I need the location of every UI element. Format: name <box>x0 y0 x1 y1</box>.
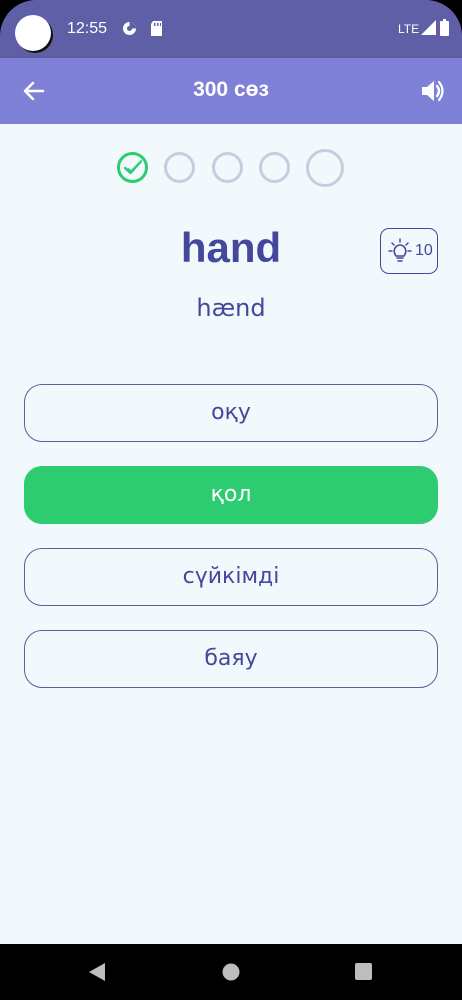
nav-home-icon[interactable] <box>222 963 240 981</box>
quiz-content: hand hænd 10 оқу қол сүйкімді баяу <box>0 124 462 944</box>
data-saver-icon <box>122 21 136 35</box>
check-icon <box>123 159 143 175</box>
answer-option-1[interactable]: оқу <box>24 384 438 442</box>
answer-option-3[interactable]: сүйкімді <box>24 548 438 606</box>
progress-dot-2 <box>164 152 195 183</box>
camera-cutout <box>15 15 51 51</box>
speaker-icon <box>422 80 444 102</box>
progress-indicator <box>0 149 462 191</box>
network-type: LTE <box>398 22 420 36</box>
hint-button[interactable]: 10 <box>380 228 438 274</box>
sd-card-icon <box>150 21 164 36</box>
phone-screen: 12:55 LTE 300 сөз hand hænd 10 оқу қол с… <box>0 0 462 1000</box>
progress-dot-5-current <box>306 149 344 187</box>
page-title: 300 сөз <box>193 78 269 101</box>
nav-recents-icon[interactable] <box>355 963 372 980</box>
nav-back-icon[interactable] <box>88 962 106 982</box>
answer-option-4[interactable]: баяу <box>24 630 438 688</box>
status-bar: 12:55 LTE <box>0 0 462 58</box>
battery-icon <box>440 19 449 36</box>
sound-button[interactable] <box>418 76 448 106</box>
system-nav-bar <box>0 944 462 1000</box>
app-bar: 300 сөз <box>0 58 462 124</box>
progress-dot-3 <box>212 152 243 183</box>
hint-count: 10 <box>415 242 433 259</box>
answer-option-2-correct[interactable]: қол <box>24 466 438 524</box>
progress-dot-1-completed <box>117 152 148 183</box>
signal-icon <box>421 20 436 35</box>
lightbulb-icon <box>388 238 412 262</box>
word-transcription: hænd <box>196 294 266 322</box>
status-time: 12:55 <box>67 20 108 37</box>
progress-dot-4 <box>259 152 290 183</box>
